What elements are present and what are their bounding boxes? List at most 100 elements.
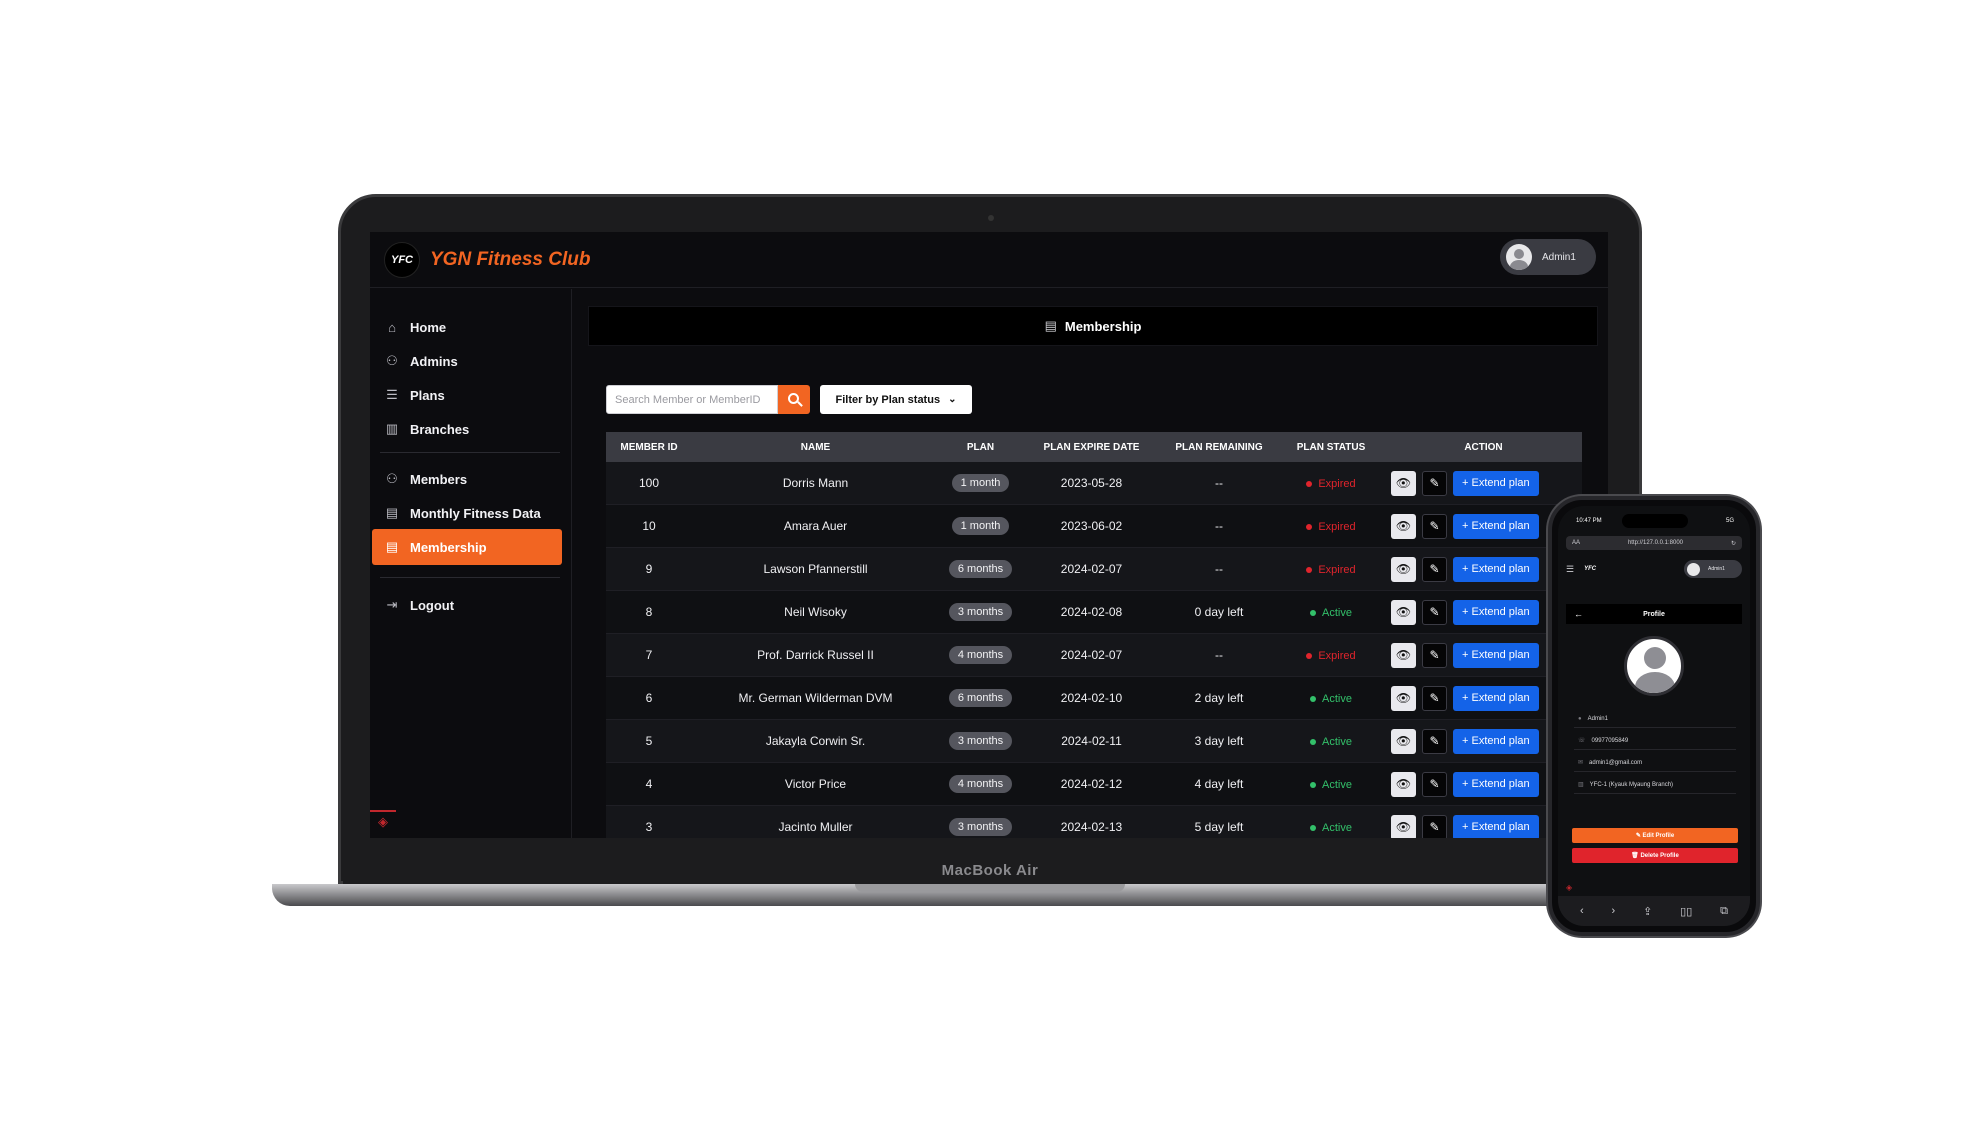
- status-dot-icon: [1310, 825, 1317, 831]
- sidebar-divider: [380, 452, 560, 453]
- extend-plan-button[interactable]: + Extend plan: [1453, 642, 1539, 668]
- plan-badge: 3 months: [948, 818, 1013, 836]
- share-icon[interactable]: ⇪: [1643, 905, 1652, 918]
- plan-remaining: --: [1215, 519, 1223, 533]
- extend-plan-button[interactable]: + Extend plan: [1453, 513, 1539, 539]
- chevron-down-icon: ⌄: [948, 394, 957, 405]
- laptop-camera: [988, 215, 994, 221]
- search-button[interactable]: [778, 385, 810, 414]
- product-mockup: YFC YGN Fitness Club Admin1 ⌂ Home ⚇ Adm…: [0, 0, 1972, 1128]
- tabs-icon[interactable]: ⧉: [1720, 905, 1728, 918]
- status-dot-icon: [1306, 567, 1313, 573]
- edit-button[interactable]: ✎: [1422, 728, 1447, 754]
- profile-field-value: admin1@gmail.com: [1589, 759, 1643, 766]
- table-row: 10 Amara Auer 1 month 2023-06-02 -- Expired 👁 ✎…: [606, 505, 1582, 548]
- view-button[interactable]: 👁: [1391, 470, 1416, 496]
- filter-label: Filter by Plan status: [835, 393, 941, 406]
- reader-mode-button[interactable]: AA: [1572, 540, 1580, 546]
- member-id: 4: [645, 777, 653, 791]
- browser-back-icon[interactable]: ‹: [1580, 905, 1584, 917]
- phone-user-menu[interactable]: Admin1: [1684, 560, 1742, 578]
- edit-button[interactable]: ✎: [1422, 771, 1447, 797]
- extend-plan-button[interactable]: + Extend plan: [1453, 470, 1539, 496]
- home-icon: ⌂: [388, 319, 396, 335]
- view-button[interactable]: 👁: [1391, 642, 1416, 668]
- extend-plan-button[interactable]: + Extend plan: [1453, 814, 1539, 838]
- view-button[interactable]: 👁: [1391, 513, 1416, 539]
- pencil-icon: ✎: [1429, 734, 1440, 748]
- status-cell: Active: [1277, 691, 1385, 705]
- column-header[interactable]: PLAN EXPIRE DATE: [1022, 442, 1161, 453]
- status-cell: Active: [1277, 820, 1385, 834]
- profile-field-branch: ▥ YFC-1 (Kyauk Myaung Branch): [1574, 776, 1736, 794]
- edit-button[interactable]: ✎: [1422, 599, 1447, 625]
- sidebar-item-branches[interactable]: ▥ Branches: [372, 411, 562, 447]
- edit-button[interactable]: ✎: [1422, 470, 1447, 496]
- reload-icon[interactable]: ↻: [1731, 540, 1736, 547]
- plan-expire-date: 2024-02-11: [1061, 734, 1122, 748]
- bookmarks-icon[interactable]: ▯▯: [1680, 905, 1692, 918]
- pencil-icon: ✎: [1429, 648, 1440, 662]
- column-header[interactable]: MEMBER ID: [606, 442, 692, 453]
- admins-icon: ⚇: [386, 353, 398, 368]
- plan-badge: 6 months: [948, 560, 1013, 578]
- sidebar-item-members[interactable]: ⚇ Members: [372, 461, 562, 497]
- extend-plan-button[interactable]: + Extend plan: [1453, 685, 1539, 711]
- filter-dropdown[interactable]: Filter by Plan status ⌄: [820, 385, 972, 414]
- status-cell: Active: [1277, 605, 1385, 619]
- extend-plan-button[interactable]: + Extend plan: [1453, 771, 1539, 797]
- phone-url-bar[interactable]: AA http://127.0.0.1:8000 ↻: [1566, 536, 1742, 550]
- edit-profile-label: Edit Profile: [1642, 832, 1675, 839]
- view-button[interactable]: 👁: [1391, 685, 1416, 711]
- view-button[interactable]: 👁: [1391, 814, 1416, 838]
- edit-button[interactable]: ✎: [1422, 556, 1447, 582]
- laptop-label: MacBook Air: [941, 862, 1039, 879]
- column-header[interactable]: NAME: [692, 442, 939, 453]
- sidebar-item-membership[interactable]: ▤ Membership: [372, 529, 562, 565]
- status-badge: Expired: [1306, 650, 1356, 662]
- delete-profile-button[interactable]: 🗑 Delete Profile: [1572, 848, 1738, 863]
- eye-icon: 👁: [1395, 777, 1412, 791]
- edit-button[interactable]: ✎: [1422, 685, 1447, 711]
- app-brand[interactable]: YGN Fitness Club: [430, 249, 590, 271]
- back-arrow-icon[interactable]: ←: [1574, 609, 1583, 619]
- view-button[interactable]: 👁: [1391, 728, 1416, 754]
- plan-expire-date: 2024-02-13: [1060, 820, 1123, 834]
- view-button[interactable]: 👁: [1391, 556, 1416, 582]
- edit-profile-button[interactable]: ✎ Edit Profile: [1572, 828, 1738, 843]
- phone-page-title: Profile: [1643, 610, 1665, 618]
- plan-remaining: 2 day left: [1194, 691, 1244, 705]
- plan-remaining: --: [1215, 476, 1223, 490]
- search-input[interactable]: [606, 385, 778, 414]
- status-cell: Active: [1277, 777, 1385, 791]
- extend-plan-button[interactable]: + Extend plan: [1453, 556, 1539, 582]
- sidebar-item-monthly-fitness-data[interactable]: ▤ Monthly Fitness Data: [372, 495, 562, 531]
- user-menu-button[interactable]: Admin1: [1500, 239, 1596, 275]
- view-button[interactable]: 👁: [1391, 771, 1416, 797]
- column-header[interactable]: PLAN: [939, 442, 1022, 453]
- menu-icon[interactable]: ☰: [1566, 564, 1574, 575]
- phone-app-logo[interactable]: YFC: [1584, 566, 1596, 572]
- plan-expire-date: 2024-02-07: [1060, 648, 1123, 662]
- app-logo[interactable]: YFC: [384, 241, 420, 278]
- laptop-screen: YFC YGN Fitness Club Admin1 ⌂ Home ⚇ Adm…: [370, 232, 1608, 838]
- sidebar-item-home[interactable]: ⌂ Home: [372, 309, 562, 345]
- browser-forward-icon[interactable]: ›: [1612, 905, 1616, 917]
- phone-time: 10:47 PM: [1576, 518, 1602, 524]
- sidebar-item-logout[interactable]: ⇥ Logout: [372, 587, 562, 623]
- edit-button[interactable]: ✎: [1422, 814, 1447, 838]
- avatar: [1687, 562, 1700, 576]
- action-cell: 👁 ✎ + Extend plan: [1385, 470, 1582, 496]
- edit-button[interactable]: ✎: [1422, 513, 1447, 539]
- extend-plan-button[interactable]: + Extend plan: [1453, 728, 1539, 754]
- plan-badge: 3 months: [948, 732, 1013, 750]
- extend-plan-button[interactable]: + Extend plan: [1453, 599, 1539, 625]
- sidebar-item-plans[interactable]: ☰ Plans: [372, 377, 562, 413]
- sidebar-item-admins[interactable]: ⚇ Admins: [372, 343, 562, 379]
- view-button[interactable]: 👁: [1391, 599, 1416, 625]
- pencil-icon: ✎: [1429, 476, 1440, 490]
- column-header[interactable]: PLAN REMAINING: [1161, 442, 1277, 453]
- edit-button[interactable]: ✎: [1422, 642, 1447, 668]
- column-header[interactable]: PLAN STATUS: [1277, 442, 1385, 453]
- plan-cell: 4 months: [939, 646, 1022, 664]
